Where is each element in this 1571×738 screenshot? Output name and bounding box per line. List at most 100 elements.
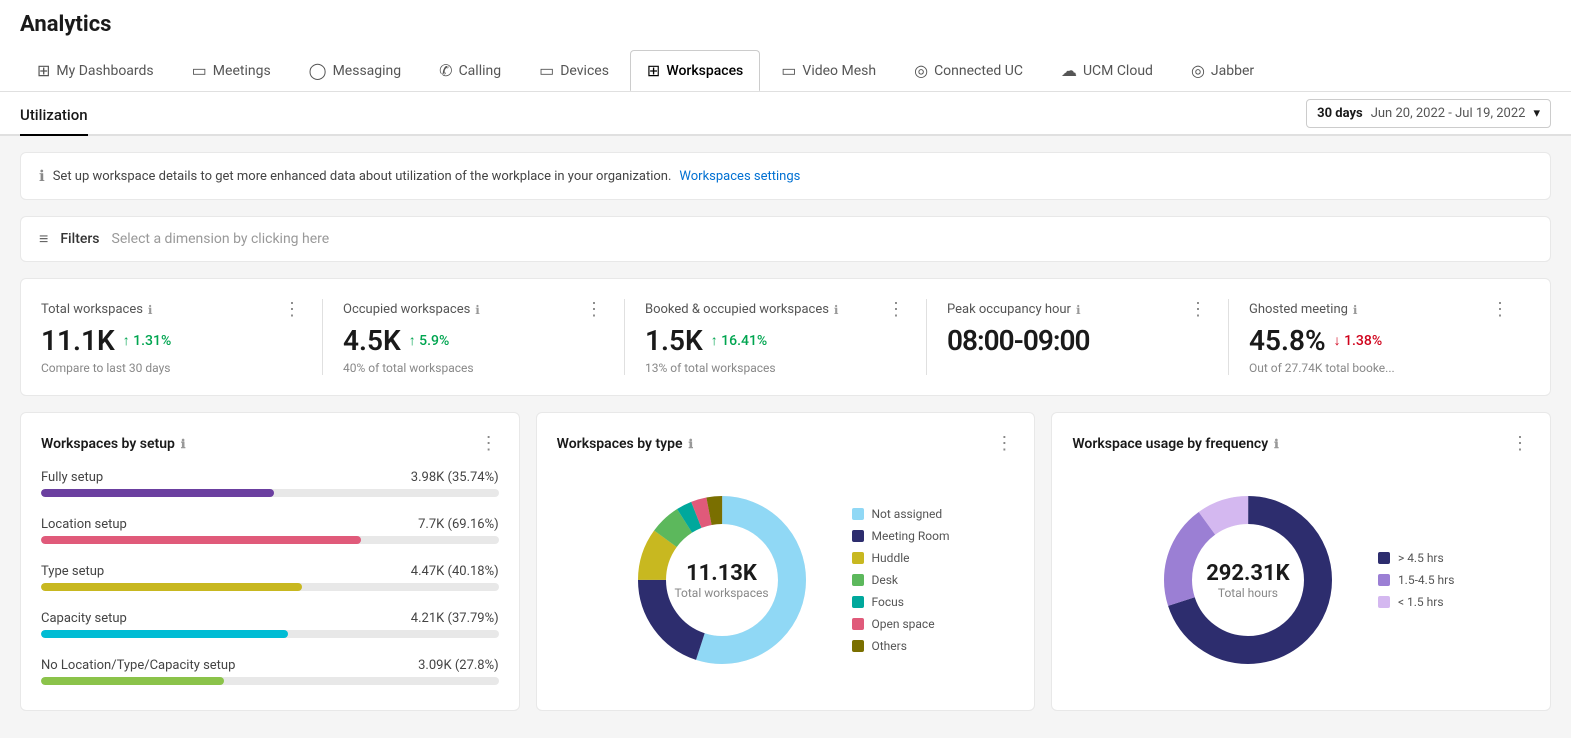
metric-number-3: 08:00-09:00 xyxy=(947,324,1090,357)
info-banner: ℹ Set up workspace details to get more e… xyxy=(20,152,1551,200)
tab-meetings[interactable]: ▭Meetings xyxy=(175,49,288,91)
donut-type-center: 11.13K Total workspaces xyxy=(674,561,768,600)
tab-my-dashboards[interactable]: ⊞My Dashboards xyxy=(20,49,171,91)
bar-track-2 xyxy=(41,583,499,591)
meetings-icon: ▭ xyxy=(192,61,207,80)
top-bar: Analytics ⊞My Dashboards▭Meetings◯Messag… xyxy=(0,0,1571,92)
metric-value-0: 11.1K ↑ 1.31% xyxy=(41,324,302,357)
charts-row: Workspaces by setup ℹ ⋮ Fully setup 3.98… xyxy=(20,412,1551,711)
metric-value-3: 08:00-09:00 xyxy=(947,324,1208,357)
metric-header-3: Peak occupancy hour ℹ ⋮ xyxy=(947,299,1208,320)
tab-jabber[interactable]: ◎Jabber xyxy=(1174,49,1271,91)
bar-list: Fully setup 3.98K (35.74%) Location setu… xyxy=(41,470,499,685)
calling-icon: ✆ xyxy=(439,61,452,80)
metrics-row: Total workspaces ℹ ⋮ 11.1K ↑ 1.31% Compa… xyxy=(20,278,1551,396)
bar-item-3: Capacity setup 4.21K (37.79%) xyxy=(41,611,499,638)
legend-dot-5 xyxy=(852,618,864,630)
metric-info-icon-1: ℹ xyxy=(475,303,480,317)
bar-label-3: Capacity setup xyxy=(41,611,127,626)
tab-calling[interactable]: ✆Calling xyxy=(422,49,518,91)
legend-item-0: > 4.5 hrs xyxy=(1378,551,1454,565)
bar-track-4 xyxy=(41,677,499,685)
date-selector[interactable]: 30 days Jun 20, 2022 - Jul 19, 2022 ▾ xyxy=(1306,99,1551,128)
metric-value-1: 4.5K ↑ 5.9% xyxy=(343,324,604,357)
legend-dot-4 xyxy=(852,596,864,608)
tab-video-mesh[interactable]: ▭ Video Mesh xyxy=(764,49,893,91)
metric-number-4: 45.8% xyxy=(1249,324,1326,357)
devices-icon: ▭ xyxy=(539,61,554,80)
metric-number-0: 11.1K xyxy=(41,324,115,357)
metric-change-0: ↑ 1.31% xyxy=(123,332,172,349)
metric-card-2: Booked & occupied workspaces ℹ ⋮ 1.5K ↑ … xyxy=(625,299,927,375)
tab-devices[interactable]: ▭Devices xyxy=(522,49,626,91)
metric-title-0: Total workspaces ℹ xyxy=(41,302,152,317)
tab-messaging[interactable]: ◯Messaging xyxy=(292,49,418,91)
metric-more-1[interactable]: ⋮ xyxy=(585,299,604,320)
chart-type-info-icon: ℹ xyxy=(689,437,694,451)
metric-number-2: 1.5K xyxy=(645,324,703,357)
metric-more-2[interactable]: ⋮ xyxy=(887,299,906,320)
bar-label-2: Type setup xyxy=(41,564,104,579)
bar-label-1: Location setup xyxy=(41,517,127,532)
bar-label-0: Fully setup xyxy=(41,470,103,485)
chart-type-more-button[interactable]: ⋮ xyxy=(995,433,1014,454)
utilization-tab[interactable]: Utilization xyxy=(20,92,88,136)
legend-label-2: < 1.5 hrs xyxy=(1398,595,1444,609)
chart-frequency-more-button[interactable]: ⋮ xyxy=(1511,433,1530,454)
metric-title-4: Ghosted meeting ℹ xyxy=(1249,302,1357,317)
tab-workspaces[interactable]: ⊞Workspaces xyxy=(630,50,760,91)
metric-title-3: Peak occupancy hour ℹ xyxy=(947,302,1081,317)
metric-header-4: Ghosted meeting ℹ ⋮ xyxy=(1249,299,1510,320)
bar-label-4: No Location/Type/Capacity setup xyxy=(41,658,235,673)
workspaces-settings-link[interactable]: Workspaces settings xyxy=(679,169,800,184)
bar-value-4: 3.09K (27.8%) xyxy=(418,658,499,673)
legend-dot-6 xyxy=(852,640,864,652)
video-mesh-label: Video Mesh xyxy=(802,63,876,79)
metric-card-3: Peak occupancy hour ℹ ⋮ 08:00-09:00 xyxy=(927,299,1229,375)
filters-bar[interactable]: ≡ Filters Select a dimension by clicking… xyxy=(20,216,1551,262)
metric-more-4[interactable]: ⋮ xyxy=(1491,299,1510,320)
chart-frequency-card: Workspace usage by frequency ℹ ⋮ 292.31K… xyxy=(1051,412,1551,711)
info-banner-text: Set up workspace details to get more enh… xyxy=(53,169,672,184)
legend-label-2: Huddle xyxy=(872,551,910,565)
messaging-label: Messaging xyxy=(333,63,402,79)
legend-label-1: Meeting Room xyxy=(872,529,950,543)
connected-uc-icon: ◎ xyxy=(914,61,928,80)
donut-freq-label: Total hours xyxy=(1206,586,1289,600)
metric-info-icon-3: ℹ xyxy=(1076,303,1081,317)
bar-track-0 xyxy=(41,489,499,497)
bar-item-4: No Location/Type/Capacity setup 3.09K (2… xyxy=(41,658,499,685)
my-dashboards-label: My Dashboards xyxy=(56,63,153,79)
bar-label-row-2: Type setup 4.47K (40.18%) xyxy=(41,564,499,579)
tab-connected-uc[interactable]: ◎Connected UC xyxy=(897,49,1040,91)
date-days-label: 30 days xyxy=(1317,106,1363,121)
metric-sub-0: Compare to last 30 days xyxy=(41,361,302,375)
legend-item-1: 1.5-4.5 hrs xyxy=(1378,573,1454,587)
bar-fill-2 xyxy=(41,583,302,591)
metric-change-4: ↓ 1.38% xyxy=(1334,332,1383,349)
donut-type-value: 11.13K xyxy=(674,561,768,586)
tab-ucm-cloud[interactable]: ☁UCM Cloud xyxy=(1044,49,1170,91)
nav-tabs: ⊞My Dashboards▭Meetings◯Messaging✆Callin… xyxy=(20,49,1551,91)
metric-card-1: Occupied workspaces ℹ ⋮ 4.5K ↑ 5.9% 40% … xyxy=(323,299,625,375)
chart-setup-more-button[interactable]: ⋮ xyxy=(480,433,499,454)
chevron-down-icon: ▾ xyxy=(1533,106,1540,121)
metric-card-0: Total workspaces ℹ ⋮ 11.1K ↑ 1.31% Compa… xyxy=(41,299,323,375)
legend-dot-2 xyxy=(1378,596,1390,608)
bar-value-1: 7.7K (69.16%) xyxy=(418,517,499,532)
filter-icon: ≡ xyxy=(39,229,48,249)
legend-dot-0 xyxy=(852,508,864,520)
video-mesh-icon: ▭ xyxy=(781,61,796,80)
chart-setup-info-icon: ℹ xyxy=(181,437,186,451)
donut-freq-center: 292.31K Total hours xyxy=(1206,561,1289,600)
metric-more-0[interactable]: ⋮ xyxy=(283,299,302,320)
metric-more-3[interactable]: ⋮ xyxy=(1189,299,1208,320)
bar-value-2: 4.47K (40.18%) xyxy=(411,564,499,579)
bar-value-3: 4.21K (37.79%) xyxy=(411,611,499,626)
metric-info-icon-0: ℹ xyxy=(148,303,153,317)
metric-info-icon-4: ℹ xyxy=(1353,303,1358,317)
chart-type-card: Workspaces by type ℹ ⋮ 11.13K Total work… xyxy=(536,412,1036,711)
bar-label-row-3: Capacity setup 4.21K (37.79%) xyxy=(41,611,499,626)
ucm-cloud-label: UCM Cloud xyxy=(1083,63,1153,79)
legend-label-5: Open space xyxy=(872,617,935,631)
